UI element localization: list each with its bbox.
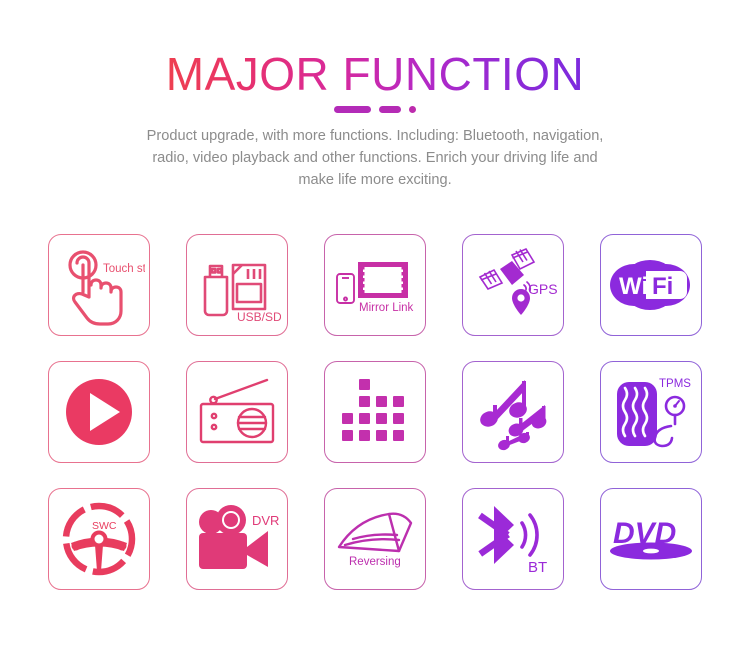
feature-label-wifi: Fi (652, 273, 673, 300)
reversing-lines-icon: Reversing (337, 512, 413, 568)
feature-card-video-play[interactable] (48, 361, 150, 463)
feature-card-equalizer[interactable] (324, 361, 426, 463)
bluetooth-icon: BT (478, 506, 547, 576)
feature-label-gps: GPS (528, 281, 558, 297)
feature-card-bluetooth[interactable]: BT (462, 488, 564, 590)
tire-pressure-icon: TPMS (617, 378, 691, 448)
feature-label-tpms: TPMS (659, 378, 691, 390)
wifi-wi-text: Wi (619, 273, 648, 300)
feature-card-touch-style[interactable]: Touch style (48, 234, 150, 336)
divider-bar-short (379, 105, 401, 113)
page-root: MAJOR FUNCTION Product upgrade, with mor… (0, 0, 750, 664)
feature-label-swc: SWC (92, 520, 117, 532)
feature-label-reversing: Reversing (349, 556, 401, 568)
satellite-gps-icon: GPS (478, 247, 558, 315)
feature-card-gps[interactable]: GPS (462, 234, 564, 336)
feature-card-radio[interactable] (186, 361, 288, 463)
feature-grid: Touch style (48, 234, 702, 590)
play-circle-icon (66, 379, 132, 445)
music-notes-icon (480, 380, 547, 451)
feature-card-usb-sd[interactable]: USB/SD (186, 234, 288, 336)
feature-label-dvd: DVD (613, 517, 676, 550)
usb-sd-card-icon: USB/SD (203, 263, 281, 324)
feature-label-dvr: DVR (252, 513, 279, 528)
feature-card-mirror-link[interactable]: Mirror Link (324, 234, 426, 336)
video-camera-icon: DVR (199, 505, 279, 569)
page-subtitle: Product upgrade, with more functions. In… (146, 128, 604, 189)
feature-card-reversing[interactable]: Reversing (324, 488, 426, 590)
feature-label-mirror-link: Mirror Link (359, 302, 414, 314)
feature-label-touch-style: Touch style (103, 263, 145, 275)
steering-wheel-icon: SWC (62, 502, 136, 576)
feature-card-music[interactable] (462, 361, 564, 463)
page-title: MAJOR FUNCTION (165, 48, 585, 100)
title-divider (0, 105, 750, 113)
wifi-logo-icon: Wi Fi (610, 260, 690, 310)
page-header: MAJOR FUNCTION Product upgrade, with mor… (0, 0, 750, 191)
feature-card-tpms[interactable]: TPMS (600, 361, 702, 463)
feature-card-dvd[interactable]: DVD (600, 488, 702, 590)
mirror-link-icon: Mirror Link (336, 262, 414, 314)
feature-card-swc[interactable]: SWC (48, 488, 150, 590)
touch-hand-icon: Touch style (68, 250, 145, 326)
divider-bar-long (334, 105, 371, 113)
feature-label-usb-sd: USB/SD (237, 310, 281, 324)
feature-card-wifi[interactable]: Wi Fi (600, 234, 702, 336)
radio-icon (199, 378, 275, 444)
equalizer-dots-icon (342, 379, 404, 441)
divider-dot (409, 105, 416, 113)
dvd-logo-icon: DVD (610, 517, 692, 560)
feature-label-bt: BT (528, 559, 547, 576)
feature-card-dvr[interactable]: DVR (186, 488, 288, 590)
